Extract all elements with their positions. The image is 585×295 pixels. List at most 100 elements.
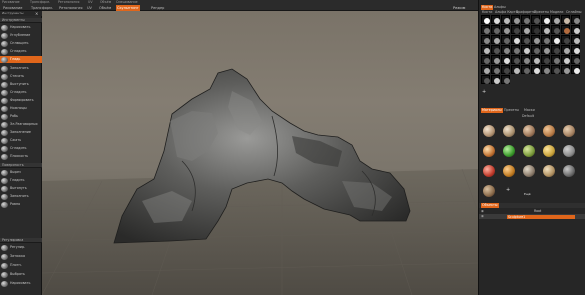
tool-item[interactable]: Сгладить (0, 48, 42, 55)
tool-label: Сгладить (10, 90, 27, 94)
tab-mat-presets[interactable]: Пресеты (503, 108, 520, 113)
top-menu-item[interactable]: Ретопология (58, 0, 79, 4)
brush-icon (1, 145, 8, 152)
material-tabs: Материалы Пресеты Маски (479, 108, 585, 113)
tool-item[interactable]: Заполнить (0, 65, 42, 72)
brush-icon (1, 280, 8, 287)
tool-item[interactable]: Формировать (0, 97, 42, 104)
tool-label: Регулир. (10, 245, 26, 249)
layer-row-active[interactable]: ◉ Sculpture1 (479, 214, 585, 219)
tab-objects[interactable]: Объекты (481, 203, 499, 208)
material-swatch[interactable] (523, 165, 535, 177)
tool-item[interactable]: Эл.Разговорных (0, 121, 42, 128)
tool-item[interactable]: Заполнить (0, 193, 42, 200)
material-swatch[interactable] (543, 145, 555, 157)
material-swatch[interactable] (543, 125, 555, 137)
tool-label: Стесать (10, 74, 24, 78)
tool-label: Сгладить (10, 49, 27, 53)
tool-item[interactable]: Углубление (0, 32, 42, 39)
tool-item[interactable]: Вытянуть (0, 185, 42, 192)
tool-label: Гладь (10, 57, 21, 61)
material-set-name[interactable]: Default (521, 114, 535, 119)
material-swatch[interactable] (543, 165, 555, 177)
material-swatch[interactable] (523, 125, 535, 137)
section-header-adjust[interactable]: Регулировка (0, 238, 42, 243)
material-swatch[interactable] (483, 145, 495, 157)
tool-label: Рябь (10, 114, 18, 118)
add-brush-icon[interactable]: + (482, 90, 486, 95)
tool-item[interactable]: Сгладить (0, 145, 42, 152)
tool-item[interactable]: Стесать (0, 73, 42, 80)
tool-label: Выступить (10, 82, 29, 86)
tool-label: Затяжка (10, 254, 26, 258)
tool-item[interactable]: Вырез (0, 169, 42, 176)
material-swatch[interactable] (503, 145, 515, 157)
material-swatch[interactable] (483, 165, 495, 177)
tool-label: Сплющить (10, 41, 29, 45)
tool-item[interactable]: Нарисовать (0, 280, 42, 287)
top-menu-item[interactable]: Рисование (2, 0, 20, 4)
tool-item[interactable]: Гладить (0, 177, 42, 184)
tool-label: Сгладить (10, 146, 27, 150)
brush-icon (1, 48, 8, 55)
tool-item[interactable]: Нарисовать (0, 24, 42, 31)
tool-item[interactable]: Затяжка (0, 253, 42, 260)
tool-item[interactable]: Плотн. (0, 262, 42, 269)
material-swatch[interactable] (503, 125, 515, 137)
3d-viewport[interactable] (42, 11, 478, 295)
brush-icon (1, 271, 8, 278)
material-swatch[interactable] (503, 165, 515, 177)
tool-item-active[interactable]: Гладь (0, 56, 42, 63)
brush-icon (1, 40, 8, 47)
tool-label: Нарисовать (10, 281, 31, 285)
tool-item[interactable]: Рябь (0, 113, 42, 120)
tool-item[interactable]: Сжать (0, 137, 42, 144)
layer-name: Sculpture1 (507, 214, 575, 219)
tool-item[interactable]: Сгладить (0, 89, 42, 96)
top-menu-item[interactable]: Трансформ. (30, 0, 50, 4)
brush-icon (1, 153, 8, 160)
brush-icon (1, 129, 8, 136)
tool-item[interactable]: Выступить (0, 81, 42, 88)
top-menu-item[interactable]: Объём (100, 0, 111, 4)
brush-icon (1, 193, 8, 200)
more-materials-button[interactable]: Ещё (524, 192, 531, 197)
tool-label: Заполнить (10, 66, 29, 70)
brush-icon (1, 113, 8, 120)
tab-masks[interactable]: Маски (523, 108, 536, 113)
top-menu-item[interactable]: UV (88, 0, 93, 4)
tool-label: Плоскость (10, 154, 29, 158)
brush-icon (1, 137, 8, 144)
tool-item[interactable]: Плоскость (0, 153, 42, 160)
tool-label: Формировать (10, 98, 34, 102)
floor-plane (42, 169, 478, 295)
tool-label: Выбрать (10, 272, 25, 276)
material-swatch[interactable] (523, 145, 535, 157)
tab-materials[interactable]: Материалы (481, 108, 503, 113)
tool-item[interactable]: Регулир. (0, 244, 42, 251)
tool-sidebar: Инструменты Нарисовать Углубление Сплющи… (0, 16, 42, 295)
brush-icon (1, 201, 8, 208)
material-swatch[interactable] (563, 165, 575, 177)
top-menu-item[interactable]: Смешивание (116, 0, 138, 4)
brush-icon (1, 24, 8, 31)
tool-item[interactable]: Ножницы (0, 105, 42, 112)
material-swatch[interactable] (563, 145, 575, 157)
material-header-row: Default (479, 114, 585, 119)
material-swatch[interactable] (483, 185, 495, 197)
brush-icon (1, 97, 8, 104)
tool-item[interactable]: Выбрать (0, 271, 42, 278)
material-swatch[interactable] (483, 125, 495, 137)
material-swatch[interactable] (563, 125, 575, 137)
section-header-surface[interactable]: Поверхность (0, 163, 42, 168)
add-material-icon[interactable]: + (506, 188, 510, 193)
tool-item[interactable]: Заполнение (0, 129, 42, 136)
tool-label: Заполнение (10, 130, 31, 134)
tool-item[interactable]: Ровно (0, 201, 42, 208)
material-grid: + Ещё (480, 122, 584, 202)
tool-item[interactable]: Сплющить (0, 40, 42, 47)
eye-icon[interactable]: ◉ (481, 214, 484, 219)
section-header-tools[interactable]: Инструменты (0, 18, 42, 23)
brush-icon (1, 262, 8, 269)
brush-icon (1, 73, 8, 80)
